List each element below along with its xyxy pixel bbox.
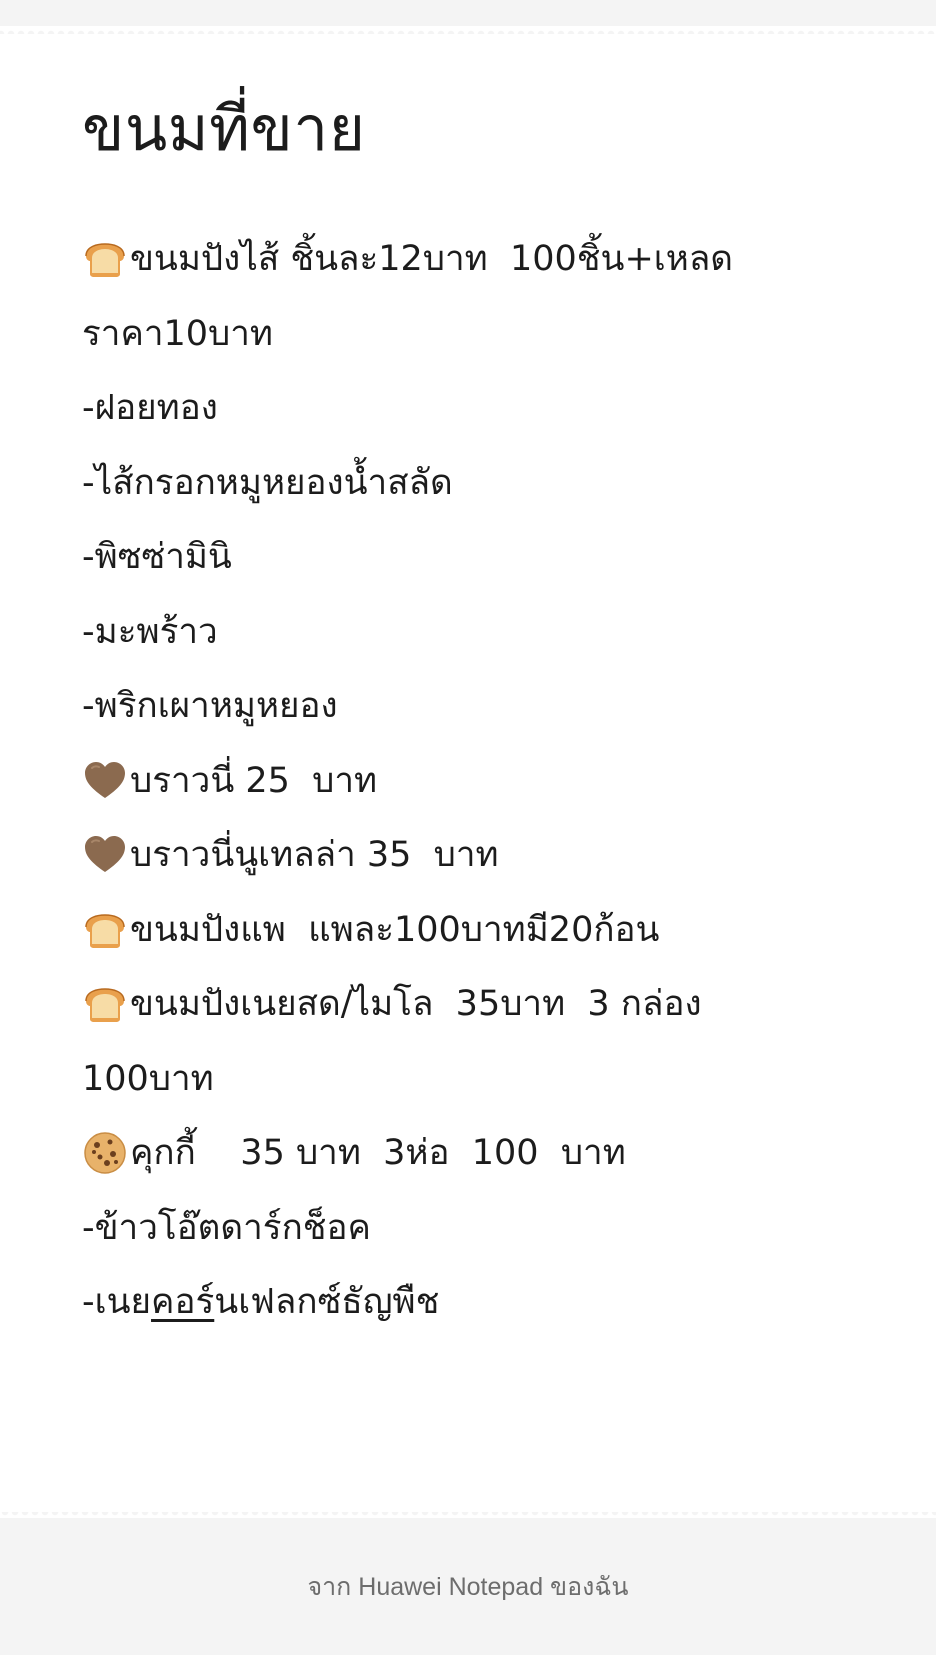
note-line-text: ราคา10บาท bbox=[82, 313, 273, 354]
note-line-text: ขนมปังเนยสด/ไมโล 35บาท 3 กล่อง bbox=[130, 984, 702, 1024]
note-line-text: ขนมปังไส้ ชิ้นละ12บาท 100ชิ้น+เหลด bbox=[130, 239, 733, 279]
bread-icon bbox=[82, 981, 128, 1027]
brown-heart-icon bbox=[82, 832, 128, 878]
footer-text: จาก Huawei Notepad ของฉัน bbox=[307, 1572, 629, 1601]
notepad-share-page: ขนมที่ขาย ขนมปังไส้ ชิ้นละ12บาท 100ชิ้น+… bbox=[0, 0, 936, 1655]
note-line: -ข้าวโอ๊ตดาร์กช็อค bbox=[82, 1191, 882, 1266]
note-body: ขนมปังไส้ ชิ้นละ12บาท 100ชิ้น+เหลดราคา10… bbox=[82, 222, 882, 1340]
note-line-text: -ไส้กรอกหมูหยองน้ำสลัด bbox=[82, 462, 453, 503]
note-line: บราวนี่นูเทลล่า 35 บาท bbox=[82, 818, 882, 893]
note-line-text: -พริกเผาหมูหยอง bbox=[82, 686, 338, 726]
note-line-text: -ฝอยทอง bbox=[82, 388, 218, 428]
bread-icon bbox=[82, 907, 128, 953]
note-line-text: -พิซซ่ามินิ bbox=[82, 537, 232, 577]
note-line: บราวนี่ 25 บาท bbox=[82, 744, 882, 819]
note-line-text: -ข้าวโอ๊ตดาร์กช็อค bbox=[82, 1207, 371, 1248]
note-top-edge bbox=[0, 26, 936, 34]
note-line: -ไส้กรอกหมูหยองน้ำสลัด bbox=[82, 446, 882, 521]
note-line: -พริกเผาหมูหยอง bbox=[82, 669, 882, 744]
bread-icon bbox=[82, 236, 128, 282]
note-line: 100บาท bbox=[82, 1042, 882, 1117]
note-card: ขนมที่ขาย ขนมปังไส้ ชิ้นละ12บาท 100ชิ้น+… bbox=[0, 26, 936, 1520]
note-line-text: 100บาท bbox=[82, 1058, 214, 1099]
note-line-text: บราวนี่ 25 บาท bbox=[130, 760, 378, 801]
note-line: ขนมปังแพ แพละ100บาทมี20ก้อน bbox=[82, 893, 882, 968]
note-line: ขนมปังไส้ ชิ้นละ12บาท 100ชิ้น+เหลด bbox=[82, 222, 882, 297]
note-line: ขนมปังเนยสด/ไมโล 35บาท 3 กล่อง bbox=[82, 967, 882, 1042]
note-line-text: บราวนี่นูเทลล่า 35 บาท bbox=[130, 835, 499, 875]
note-line: -พิซซ่ามินิ bbox=[82, 520, 882, 595]
cookie-icon bbox=[82, 1130, 128, 1176]
note-line-text: ขนมปังแพ แพละ100บาทมี20ก้อน bbox=[130, 909, 660, 950]
note-line-text: คุกกี้ 35 บาท 3ห่อ 100 บาท bbox=[130, 1133, 626, 1173]
note-line: -มะพร้าว bbox=[82, 595, 882, 670]
note-line: -เนย คอร์ นเฟลกซ์ธัญพืช bbox=[82, 1265, 882, 1340]
note-line: ราคา10บาท bbox=[82, 297, 882, 372]
note-line: -ฝอยทอง bbox=[82, 371, 882, 446]
note-line-text: นเฟลกซ์ธัญพืช bbox=[214, 1282, 440, 1322]
note-line: คุกกี้ 35 บาท 3ห่อ 100 บาท bbox=[82, 1116, 882, 1191]
note-line-text: -มะพร้าว bbox=[82, 611, 218, 652]
footer: จาก Huawei Notepad ของฉัน bbox=[0, 1518, 936, 1655]
note-title: ขนมที่ขาย bbox=[82, 92, 366, 165]
brown-heart-icon bbox=[82, 758, 128, 804]
spellcheck-underlined-word[interactable]: คอร์ bbox=[151, 1265, 214, 1340]
note-line-text: -เนย bbox=[82, 1282, 152, 1322]
